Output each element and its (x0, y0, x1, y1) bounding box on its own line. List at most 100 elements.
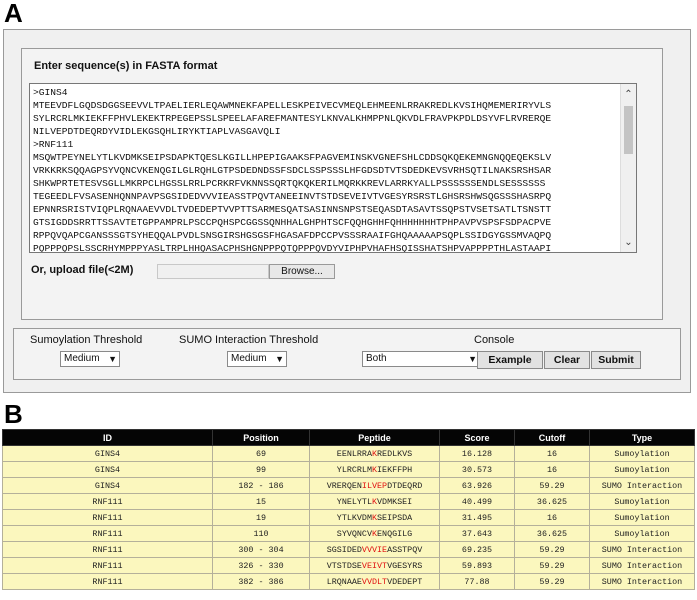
column-header-id: ID (2, 429, 213, 446)
fasta-title: Enter sequence(s) in FASTA format (34, 60, 218, 72)
cell-type: Sumoylation (589, 525, 695, 542)
table-row: RNF111 15 YNELYTLKVDMKSEI 40.499 36.625 Sumoy… (2, 493, 695, 510)
sumoylation-threshold-select[interactable]: Medium ▼ (60, 351, 120, 367)
cell-score: 16.128 (439, 445, 515, 462)
cell-type: Sumoylation (589, 461, 695, 478)
panel-label-b: B (4, 399, 23, 429)
sequence-line: TEGEEDLFVSASENHQNNPAVPSGSIDEDVVVIEASSTPQ… (33, 191, 552, 202)
cell-cutoff: 16 (514, 445, 590, 462)
panel-label-a: A (4, 0, 23, 28)
file-path-field[interactable] (157, 264, 269, 279)
cell-score: 69.235 (439, 541, 515, 558)
chevron-down-icon: ▼ (108, 354, 117, 364)
sequence-line: RPPQVQAPCGANSSSGTSYHEQQALPVDLSNSGIRSHGSG… (33, 230, 552, 241)
table-row: RNF111 326 - 330 VTSTDSEVEIVTVGESYRS 59.893… (2, 557, 695, 574)
sequence-line: >GINS4 (33, 87, 68, 98)
cell-type: Sumoylation (589, 509, 695, 526)
results-table: ID Position Peptide Score Cutoff Type GI… (2, 429, 695, 590)
cell-score: 63.926 (439, 477, 515, 494)
sumo-interaction-threshold-value: Medium (231, 353, 267, 364)
column-header-score: Score (439, 429, 515, 446)
console-label: Console (474, 334, 515, 346)
sequence-line: GTSIGDDSRRTTSSAVTETGPPAMPRLPSCCPQHSPCGGS… (33, 217, 552, 228)
table-row: GINS4 69 EENLRRAKREDLKVS 16.128 16 Sumoylatio… (2, 445, 695, 462)
cell-cutoff: 59.29 (514, 541, 590, 558)
column-header-peptide: Peptide (309, 429, 440, 446)
peptide-flank: REDLKVS (377, 448, 413, 459)
scroll-up-arrow-icon[interactable]: ⌃ (621, 90, 636, 100)
cell-id: RNF111 (2, 573, 213, 590)
cell-cutoff: 16 (514, 509, 590, 526)
cell-position: 69 (212, 445, 310, 462)
submit-button[interactable]: Submit (591, 351, 641, 369)
peptide-flank: ENQGILG (377, 528, 413, 539)
cell-peptide: VRERQENILVEPDTDEQRD (309, 477, 440, 494)
cell-position: 326 - 330 (212, 557, 310, 574)
cell-id: RNF111 (2, 525, 213, 542)
cell-peptide: YTLKVDMKSEIPSDA (309, 509, 440, 526)
sumoylation-threshold-label: Sumoylation Threshold (30, 334, 143, 346)
sumo-interaction-threshold-label: SUMO Interaction Threshold (179, 334, 319, 346)
browse-button[interactable]: Browse... (269, 264, 335, 279)
column-header-cutoff: Cutoff (514, 429, 590, 446)
cell-position: 182 - 186 (212, 477, 310, 494)
cell-score: 31.495 (439, 509, 515, 526)
peptide-flank: LRQNAAE (326, 576, 362, 587)
cell-peptide: YNELYTLKVDMKSEI (309, 493, 440, 510)
sequence-line: NILVEPDTDEQRDYVIDLEKGSQHLIRYKTIAPLVASGAV… (33, 126, 281, 137)
cell-peptide: LRQNAAEVVDLTVDEDEPT (309, 573, 440, 590)
peptide-flank: YNELYTL (336, 496, 372, 507)
scroll-down-arrow-icon[interactable]: ⌄ (621, 238, 636, 248)
peptide-flank: SEIPSDA (377, 512, 413, 523)
table-row: RNF111 110 SYVQNCVKENQGILG 37.643 36.625 Sumo… (2, 525, 695, 542)
console-select[interactable]: Both ▼ (362, 351, 480, 367)
sequence-text[interactable]: >GINS4 MTEEVDFLGQDSDGGSEEVVLTPAELIERLEQA… (33, 86, 621, 252)
table-row: RNF111 382 - 386 LRQNAAEVVDLTVDEDEPT 77.88 5… (2, 573, 695, 590)
peptide-flank: VGESYRS (387, 560, 423, 571)
cell-position: 110 (212, 525, 310, 542)
example-button[interactable]: Example (477, 351, 543, 369)
cell-score: 77.88 (439, 573, 515, 590)
sequence-line: SHKWPRTETESVSGLLMKRPCLHGSSLRRLPCRKRFVKNN… (33, 178, 546, 189)
cell-type: Sumoylation (589, 493, 695, 510)
scrollbar-thumb[interactable] (624, 106, 633, 154)
column-header-type: Type (589, 429, 695, 446)
sequence-line: >RNF111 (33, 139, 74, 150)
cell-id: RNF111 (2, 509, 213, 526)
sequence-line: SYLRCRLMKIEKFFPHVLEKEKTRPEGEPSSLSPEELAFA… (33, 113, 552, 124)
input-panel: Enter sequence(s) in FASTA format >GINS4… (3, 29, 691, 393)
table-header-row: ID Position Peptide Score Cutoff Type (2, 429, 695, 446)
sumo-interaction-threshold-select[interactable]: Medium ▼ (227, 351, 287, 367)
cell-score: 40.499 (439, 493, 515, 510)
cell-id: RNF111 (2, 557, 213, 574)
cell-score: 59.893 (439, 557, 515, 574)
peptide-flank: IEKFFPH (377, 464, 413, 475)
peptide-flank: VTSTDSE (326, 560, 362, 571)
results-body: GINS4 69 EENLRRAKREDLKVS 16.128 16 Sumoylatio… (2, 445, 695, 590)
cell-id: RNF111 (2, 541, 213, 558)
sequence-line: VRKKRKSQQAGPSYVQNCVKENQGILGLRQHLGTPSDEDN… (33, 165, 552, 176)
cell-cutoff: 36.625 (514, 493, 590, 510)
peptide-flank: YTLKVDM (336, 512, 372, 523)
cell-type: SUMO Interaction (589, 477, 695, 494)
cell-peptide: SYVQNCVKENQGILG (309, 525, 440, 542)
cell-type: SUMO Interaction (589, 557, 695, 574)
peptide-highlight: ILVEP (361, 480, 388, 491)
scrollbar[interactable]: ⌃ ⌄ (620, 84, 636, 252)
clear-button[interactable]: Clear (544, 351, 590, 369)
sequence-textarea[interactable]: >GINS4 MTEEVDFLGQDSDGGSEEVVLTPAELIERLEQA… (29, 83, 637, 253)
cell-type: SUMO Interaction (589, 541, 695, 558)
cell-id: GINS4 (2, 477, 213, 494)
sequence-line: MSQWTPEYNELYTLKVDMKSEIPSDAPKTQESLKGILLHP… (33, 152, 552, 163)
cell-cutoff: 59.29 (514, 573, 590, 590)
cell-score: 30.573 (439, 461, 515, 478)
cell-type: SUMO Interaction (589, 573, 695, 590)
cell-cutoff: 59.29 (514, 477, 590, 494)
cell-cutoff: 59.29 (514, 557, 590, 574)
peptide-flank: EENLRRA (336, 448, 372, 459)
console-value: Both (366, 353, 387, 364)
peptide-highlight: VEIVT (361, 560, 388, 571)
peptide-flank: VRERQEN (326, 480, 362, 491)
controls-section: Sumoylation Threshold SUMO Interaction T… (13, 328, 681, 380)
peptide-flank: VDMKSEI (377, 496, 413, 507)
